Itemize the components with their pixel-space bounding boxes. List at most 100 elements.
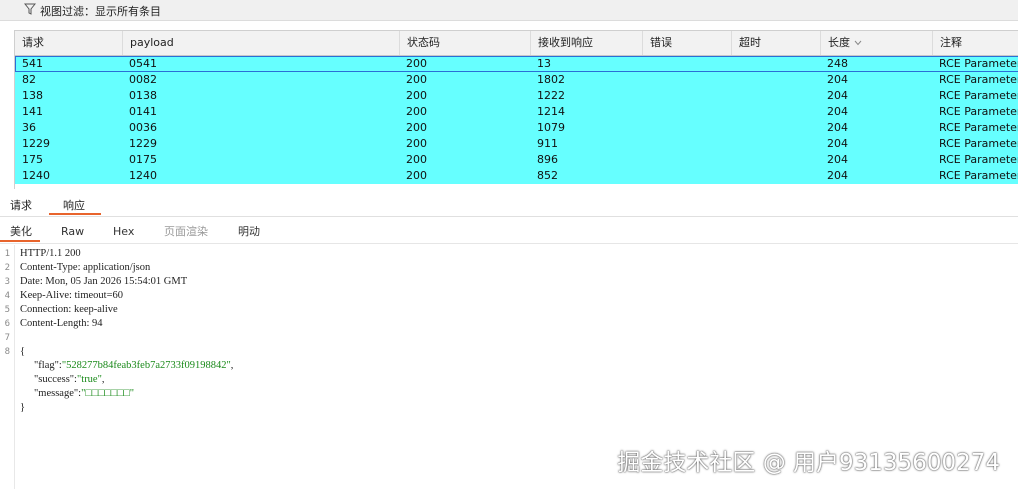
col-header-comment[interactable]: 注释: [932, 31, 1018, 55]
col-header-received[interactable]: 接收到响应: [530, 31, 642, 55]
cell-payload: 0541: [129, 57, 157, 70]
cell-length: 204: [827, 73, 848, 86]
cell-received: 1079: [537, 121, 565, 134]
json-key: "flag":: [34, 360, 62, 371]
code-line: }: [20, 402, 26, 413]
table-row[interactable]: 141 0141 200 1214 204 RCE Parameters: [15, 104, 1018, 120]
table-row[interactable]: 541 0541 200 13 248 RCE Parameters: [15, 56, 1018, 72]
code-line: Date: Mon, 05 Jan 2026 15:54:01 GMT: [20, 276, 188, 287]
filter-label: 视图过滤：显示所有条目: [40, 5, 161, 18]
line-number: 8: [4, 347, 10, 357]
json-key: "message":: [34, 388, 82, 399]
cell-error: [642, 72, 731, 88]
cell-received: 1802: [537, 73, 565, 86]
cell-status: 200: [406, 57, 427, 70]
code-line: Content-Length: 94: [20, 318, 103, 329]
tab-render[interactable]: 页面渲染: [164, 222, 208, 242]
cell-status: 200: [406, 153, 427, 166]
cell-timeout: [731, 56, 820, 72]
table-row[interactable]: 1240 1240 200 852 204 RCE Parameters: [15, 168, 1018, 184]
cell-error: [642, 104, 731, 120]
cell-length: 204: [827, 121, 848, 134]
cell-request: 1229: [22, 137, 50, 150]
tab-explain[interactable]: 明动: [238, 222, 260, 242]
cell-timeout: [731, 136, 820, 152]
cell-payload: 0082: [129, 73, 157, 86]
view-filter-bar[interactable]: 视图过滤：显示所有条目: [0, 0, 1018, 21]
cell-payload: 0175: [129, 153, 157, 166]
col-header-length[interactable]: 长度: [820, 31, 932, 55]
cell-comment: RCE Parameters: [939, 153, 1018, 166]
cell-timeout: [731, 120, 820, 136]
cell-comment: RCE Parameters: [939, 121, 1018, 134]
tab-hex[interactable]: Hex: [113, 222, 134, 242]
col-header-timeout[interactable]: 超时: [731, 31, 820, 55]
cell-status: 200: [406, 137, 427, 150]
cell-timeout: [731, 104, 820, 120]
table-row[interactable]: 138 0138 200 1222 204 RCE Parameters: [15, 88, 1018, 104]
cell-status: 200: [406, 73, 427, 86]
cell-payload: 1240: [129, 169, 157, 182]
json-value: "true": [76, 374, 102, 385]
cell-received: 852: [537, 169, 558, 182]
json-message-line: "message":"□□□□□□□": [34, 387, 134, 401]
cell-received: 896: [537, 153, 558, 166]
sort-desc-icon: [854, 40, 862, 46]
json-value: "□□□□□□□": [81, 388, 135, 399]
watermark-text: 掘金技术社区 @ 用户93135600274: [617, 450, 1000, 476]
table-row[interactable]: 36 0036 200 1079 204 RCE Parameters: [15, 120, 1018, 136]
cell-error: [642, 136, 731, 152]
cell-request: 82: [22, 73, 36, 86]
cell-length: 204: [827, 137, 848, 150]
line-number: 6: [4, 319, 10, 329]
tab-response[interactable]: 响应: [49, 196, 101, 215]
cell-length: 204: [827, 105, 848, 118]
cell-payload: 0141: [129, 105, 157, 118]
code-line: Connection: keep-alive: [20, 304, 118, 315]
cell-request: 541: [22, 57, 43, 70]
table-row[interactable]: 82 0082 200 1802 204 RCE Parameters: [15, 72, 1018, 88]
col-header-status[interactable]: 状态码: [399, 31, 530, 55]
code-line: Keep-Alive: timeout=60: [20, 290, 124, 301]
col-header-request[interactable]: 请求: [15, 31, 122, 55]
col-header-length-label: 长度: [828, 36, 850, 49]
cell-status: 200: [406, 89, 427, 102]
cell-comment: RCE Parameters: [939, 169, 1018, 182]
cell-received: 1214: [537, 105, 565, 118]
line-number: 3: [4, 277, 10, 287]
line-number: 7: [4, 333, 10, 343]
cell-request: 1240: [22, 169, 50, 182]
results-table[interactable]: 请求 payload 状态码 接收到响应 错误 超时 长度 注释 541 0541…: [14, 30, 1018, 189]
cell-comment: RCE Parameters: [939, 105, 1018, 118]
col-header-payload[interactable]: payload: [122, 31, 399, 55]
tab-raw[interactable]: Raw: [61, 222, 84, 242]
col-header-error[interactable]: 错误: [642, 31, 731, 55]
line-number: 5: [4, 305, 10, 315]
cell-request: 36: [22, 121, 36, 134]
cell-error: [642, 152, 731, 168]
cell-comment: RCE Parameters: [939, 137, 1018, 150]
cell-comment: RCE Parameters: [939, 73, 1018, 86]
cell-comment: RCE Parameters: [939, 89, 1018, 102]
json-flag-line: "flag":"528277b84feab3feb7a2733f09198842…: [34, 360, 234, 371]
cell-length: 204: [827, 89, 848, 102]
cell-request: 141: [22, 105, 43, 118]
cell-error: [642, 120, 731, 136]
cell-status: 200: [406, 121, 427, 134]
cell-request: 175: [22, 153, 43, 166]
tab-pretty[interactable]: 美化: [0, 222, 40, 242]
tab-request[interactable]: 请求: [10, 196, 32, 215]
funnel-icon: [24, 3, 36, 15]
cell-timeout: [731, 88, 820, 104]
cell-length: 204: [827, 153, 848, 166]
cell-payload: 0036: [129, 121, 157, 134]
line-number: 4: [4, 291, 10, 301]
cell-received: 13: [537, 57, 551, 70]
message-tabs: 请求 响应: [0, 196, 1018, 217]
cell-error: [642, 168, 731, 184]
cell-received: 1222: [537, 89, 565, 102]
cell-error: [642, 88, 731, 104]
table-row[interactable]: 175 0175 200 896 204 RCE Parameters: [15, 152, 1018, 168]
table-row[interactable]: 1229 1229 200 911 204 RCE Parameters: [15, 136, 1018, 152]
cell-timeout: [731, 72, 820, 88]
